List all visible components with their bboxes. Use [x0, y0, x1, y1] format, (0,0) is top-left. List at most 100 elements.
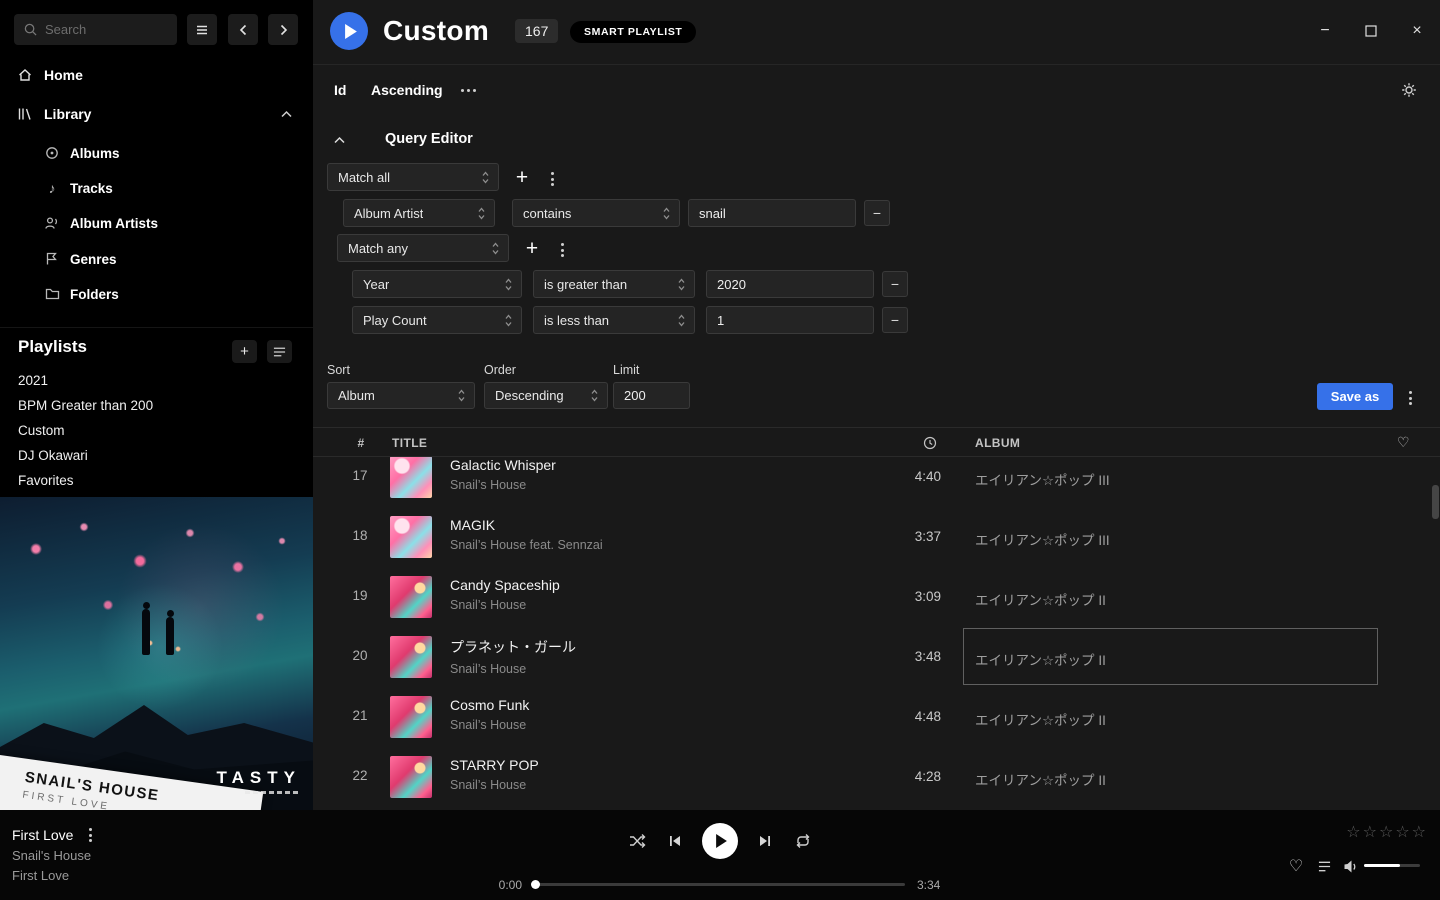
sidebar: Home Library Albums ♪ Tracks Album Artis…	[0, 0, 313, 810]
star-icon[interactable]: ☆	[1363, 822, 1377, 842]
order-select[interactable]: Descending	[484, 382, 608, 409]
play-pause-button[interactable]	[702, 823, 738, 859]
sidebar-item-folders[interactable]: Folders	[0, 280, 313, 308]
save-as-button[interactable]: Save as	[1317, 383, 1393, 410]
track-row[interactable]: 22 STARRY POPSnail’s House 4:28 エイリアン☆ポッ…	[313, 747, 1440, 807]
shuffle-button[interactable]	[626, 830, 648, 852]
heart-column-icon[interactable]: ♡	[1397, 434, 1410, 451]
add-rule-button[interactable]: +	[509, 164, 535, 190]
limit-label: Limit	[613, 363, 639, 377]
save-menu-button[interactable]	[1405, 387, 1416, 409]
select-arrows-icon	[504, 313, 513, 328]
star-icon[interactable]: ☆	[1346, 822, 1360, 842]
playlist-play-button[interactable]	[330, 12, 368, 50]
playlist-item[interactable]: BPM Greater than 200	[18, 393, 153, 418]
star-icon[interactable]: ☆	[1379, 822, 1393, 842]
sidebar-item-genres[interactable]: Genres	[0, 245, 313, 273]
playlist-view-button[interactable]	[267, 340, 292, 363]
remove-rule-button[interactable]: −	[864, 200, 890, 226]
flag-icon	[44, 251, 60, 267]
maximize-button[interactable]	[1356, 16, 1386, 46]
sort-field-button[interactable]: Id	[334, 82, 346, 98]
seek-bar[interactable]	[535, 883, 905, 886]
star-icon[interactable]: ☆	[1395, 822, 1409, 842]
favorite-button[interactable]: ♡	[1286, 856, 1306, 876]
rule-value-input[interactable]	[706, 306, 874, 334]
group-match-select[interactable]: Match any	[337, 234, 509, 262]
playlist-item[interactable]: Custom	[18, 418, 65, 443]
disc-icon	[44, 145, 60, 161]
column-index[interactable]: #	[351, 436, 371, 450]
track-title: STARRY POP	[450, 757, 539, 773]
sort-select[interactable]: Album	[327, 382, 475, 409]
rule-value-input[interactable]	[688, 199, 856, 227]
chevron-up-icon[interactable]	[280, 108, 293, 120]
remove-rule-button[interactable]: −	[882, 307, 908, 333]
sidebar-item-album-artists[interactable]: Album Artists	[0, 209, 313, 237]
add-playlist-button[interactable]: +	[232, 340, 257, 363]
track-row[interactable]: 19 Candy SpaceshipSnail’s House 3:09 エイリ…	[313, 567, 1440, 627]
now-playing-menu-button[interactable]	[85, 824, 96, 846]
sidebar-item-home[interactable]: Home	[0, 61, 313, 89]
limit-input[interactable]	[613, 382, 690, 409]
forward-button[interactable]	[268, 14, 298, 45]
next-button[interactable]	[754, 830, 776, 852]
add-group-rule-button[interactable]: +	[519, 235, 545, 261]
seek-handle[interactable]	[531, 880, 540, 889]
minimize-button[interactable]: −	[1310, 16, 1340, 46]
playlist-item[interactable]: Favorites	[18, 468, 74, 493]
speaker-icon	[1343, 859, 1358, 874]
select-arrows-icon	[590, 388, 599, 403]
track-number: 18	[339, 528, 381, 543]
track-row[interactable]: 21 Cosmo FunkSnail’s House 4:48 エイリアン☆ポッ…	[313, 687, 1440, 747]
column-album[interactable]: ALBUM	[975, 436, 1020, 450]
order-label: Order	[484, 363, 516, 377]
volume-button[interactable]	[1340, 856, 1360, 876]
track-row[interactable]: 18 MAGIKSnail’s House feat. Sennzai 3:37…	[313, 507, 1440, 567]
album-art-thumbnail	[390, 456, 432, 498]
settings-button[interactable]	[1399, 80, 1419, 100]
track-row[interactable]: 20 プラネット・ガールSnail’s House 3:48 エイリアン☆ポップ…	[313, 627, 1440, 687]
sidebar-item-tracks[interactable]: ♪ Tracks	[0, 174, 313, 202]
rule-field-select[interactable]: Album Artist	[343, 199, 495, 227]
root-match-select[interactable]: Match all	[327, 163, 499, 191]
select-arrows-icon	[477, 206, 486, 221]
back-button[interactable]	[228, 14, 258, 45]
scrollbar-thumb[interactable]	[1432, 485, 1439, 519]
menu-button[interactable]	[187, 14, 217, 45]
rule-operator-select[interactable]: is greater than	[533, 270, 695, 298]
watermark-text: TASTY	[217, 768, 301, 788]
previous-button[interactable]	[664, 830, 686, 852]
close-button[interactable]: ×	[1402, 16, 1432, 46]
repeat-button[interactable]	[792, 830, 814, 852]
remove-rule-button[interactable]: −	[882, 271, 908, 297]
rule-operator-select[interactable]: contains	[512, 199, 680, 227]
sidebar-item-library[interactable]: Library	[0, 100, 313, 128]
rule-group-menu-button[interactable]	[547, 168, 558, 190]
search-input[interactable]	[45, 22, 167, 37]
group-menu-button[interactable]	[557, 239, 568, 261]
column-title[interactable]: TITLE	[392, 436, 427, 450]
queue-button[interactable]	[1314, 856, 1334, 876]
list-icon	[273, 346, 286, 358]
playlist-item[interactable]: 2021	[18, 368, 48, 393]
clock-icon[interactable]	[923, 436, 937, 450]
app-window: { "icons": { "minimize": "−", "close": "…	[0, 0, 1440, 900]
playlist-item[interactable]: DJ Okawari	[18, 443, 88, 468]
rule-value-input[interactable]	[706, 270, 874, 298]
volume-slider[interactable]	[1364, 864, 1420, 867]
search-box[interactable]	[14, 14, 177, 45]
query-editor-collapse-button[interactable]	[327, 128, 351, 152]
plus-icon: +	[526, 238, 538, 259]
rule-operator-select[interactable]: is less than	[533, 306, 695, 334]
now-playing-album: First Love	[12, 868, 69, 883]
rule-field-select[interactable]: Play Count	[352, 306, 522, 334]
rule-field-select[interactable]: Year	[352, 270, 522, 298]
select-arrows-icon	[677, 313, 686, 328]
transport-controls	[626, 823, 814, 859]
table-header: # TITLE ALBUM ♡	[313, 427, 1440, 457]
sidebar-item-albums[interactable]: Albums	[0, 139, 313, 167]
sort-direction-button[interactable]: Ascending	[371, 82, 443, 98]
star-icon[interactable]: ☆	[1412, 822, 1426, 842]
more-options-button[interactable]	[461, 89, 476, 92]
